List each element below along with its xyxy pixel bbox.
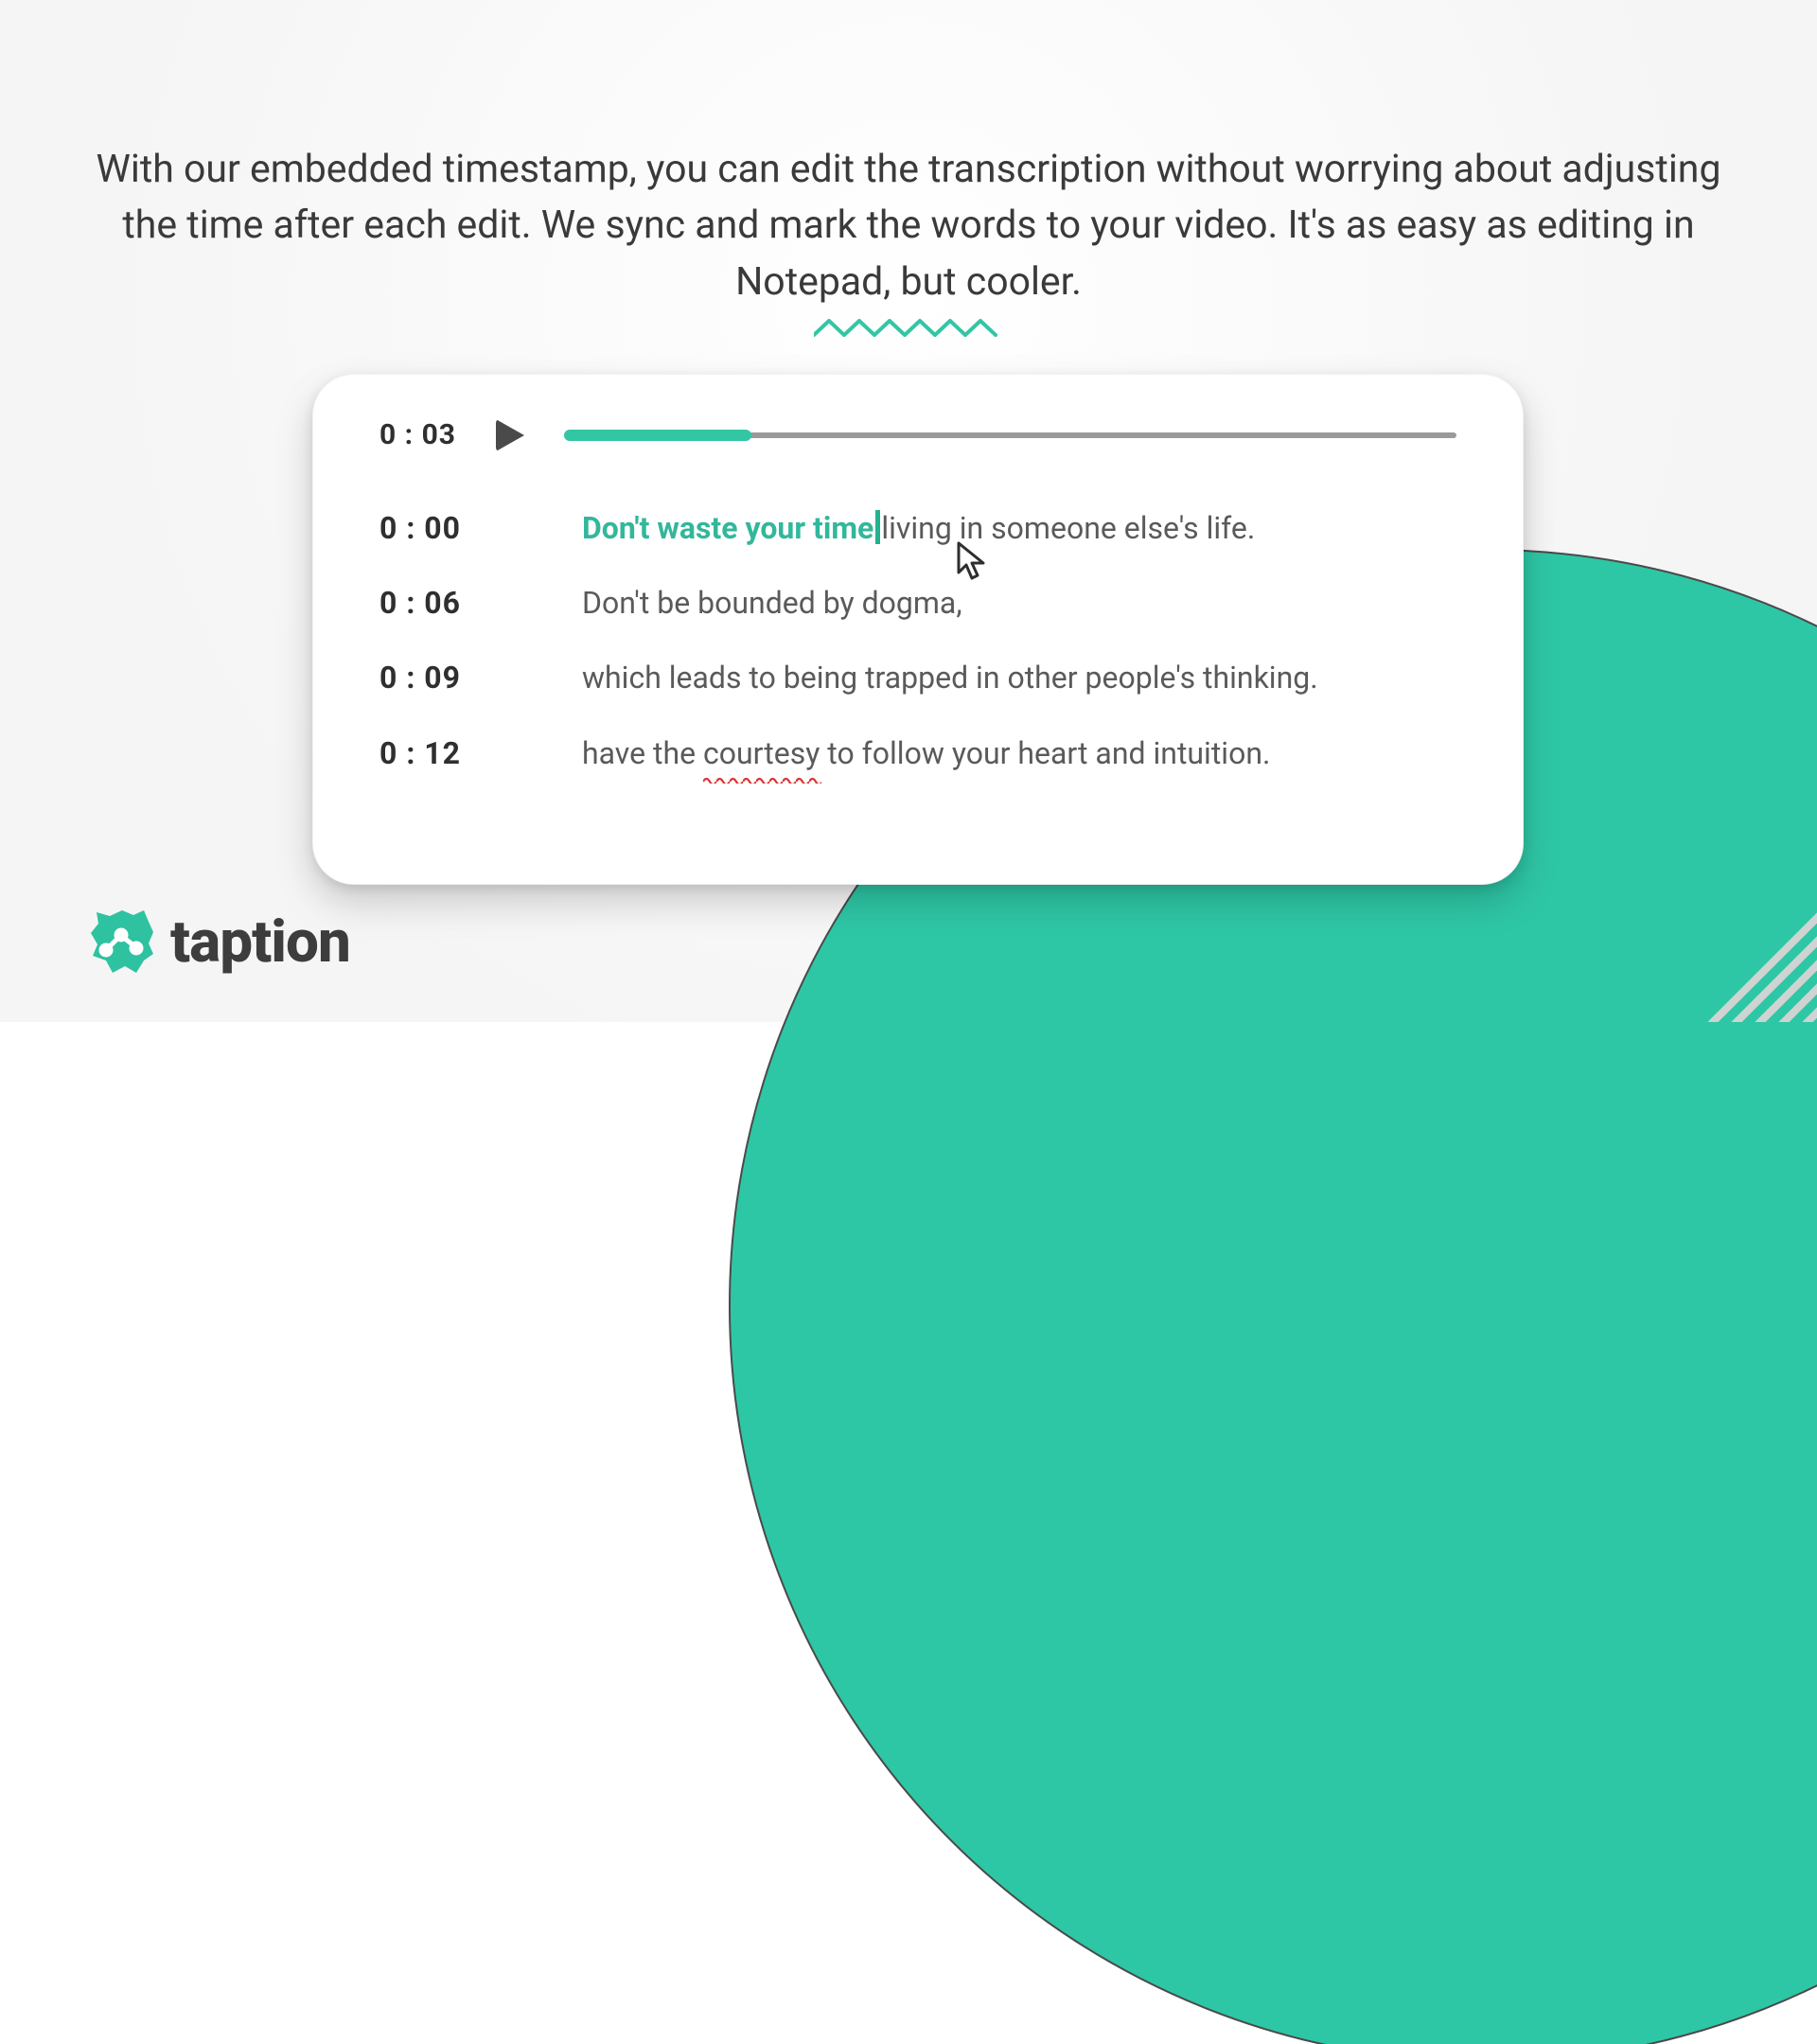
hero-description: With our embedded timestamp, you can edi…	[76, 142, 1741, 310]
play-button[interactable]	[496, 419, 524, 451]
timestamp: 0 : 06	[379, 585, 484, 621]
brand-mark-icon	[87, 907, 157, 977]
brand-name: taption	[170, 907, 350, 977]
timestamp: 0 : 12	[379, 735, 484, 771]
editor-card: 0 : 03 0 : 00 Don't waste your timelivin…	[312, 374, 1524, 885]
seek-track[interactable]	[564, 432, 1456, 438]
transcript-line[interactable]: 0 : 06 Don't be bounded by dogma,	[379, 583, 1456, 624]
current-time: 0 : 03	[379, 418, 456, 451]
text-caret	[875, 510, 880, 544]
transcript-post: to follow your heart and intuition.	[820, 735, 1270, 771]
transcript-text[interactable]: Don't waste your timeliving in someone e…	[582, 508, 1255, 549]
zigzag-divider-icon	[814, 318, 1003, 339]
spelling-error-word[interactable]: courtesy	[703, 733, 820, 774]
timestamp: 0 : 09	[379, 660, 484, 696]
highlighted-segment: Don't waste your time	[582, 510, 873, 546]
brand-logo: taption	[87, 907, 350, 977]
diagonal-stripes-decoration	[1685, 908, 1817, 1022]
transcript-text[interactable]: which leads to being trapped in other pe…	[582, 658, 1318, 698]
transcript-line[interactable]: 0 : 12 have the courtesy to follow your …	[379, 733, 1456, 774]
transcript-text[interactable]: Don't be bounded by dogma,	[582, 583, 962, 624]
transcript-rest: living in someone else's life.	[881, 510, 1255, 546]
transcript-text[interactable]: have the courtesy to follow your heart a…	[582, 733, 1270, 774]
timestamp: 0 : 00	[379, 510, 484, 546]
transcript-line[interactable]: 0 : 00 Don't waste your timeliving in so…	[379, 508, 1456, 549]
seek-track-progress	[564, 430, 751, 441]
player-controls: 0 : 03	[379, 418, 1456, 451]
transcript-line[interactable]: 0 : 09 which leads to being trapped in o…	[379, 658, 1456, 698]
transcript-pre: have the	[582, 735, 703, 771]
